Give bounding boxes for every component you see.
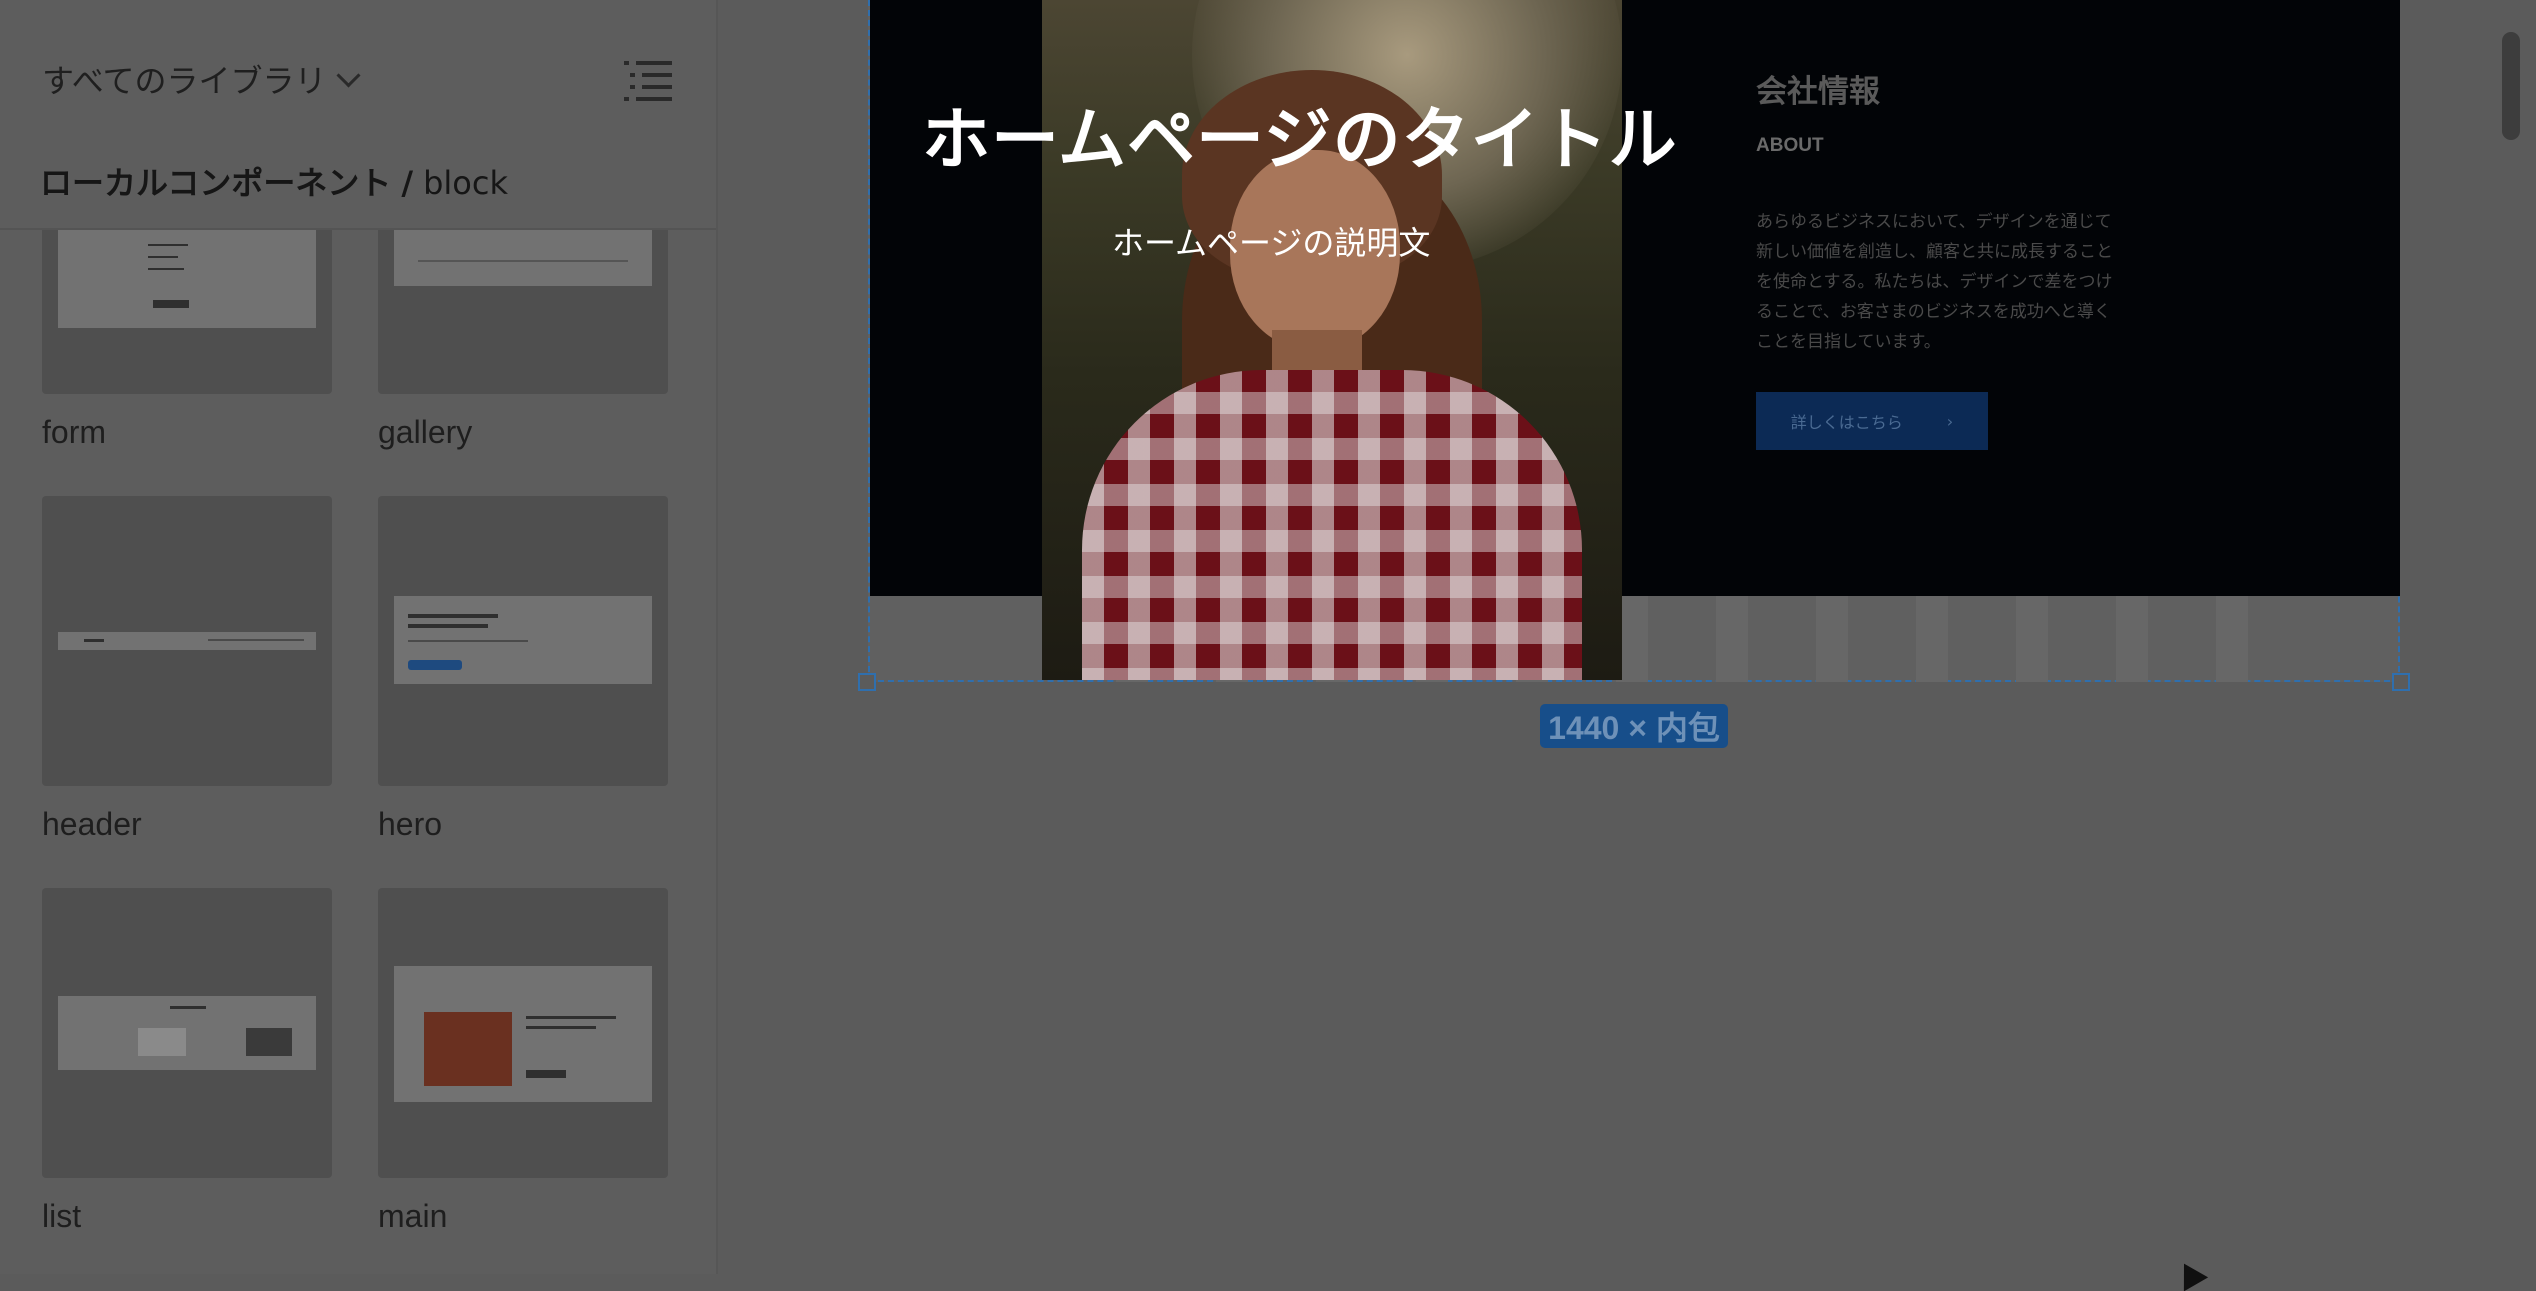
breadcrumb: ローカルコンポーネント / block [40, 158, 508, 204]
about-body-text[interactable]: あらゆるビジネスにおいて、デザインを通じて新しい価値を創造し、顧客と共に成長する… [1756, 207, 2116, 357]
thumbnail-hero [394, 596, 652, 684]
about-heading[interactable]: 会社情報 [1756, 66, 2116, 111]
component-label-header: header [42, 806, 142, 842]
breadcrumb-root[interactable]: ローカルコンポーネント [40, 158, 391, 204]
thumbnail-line [148, 244, 188, 246]
component-label-list: list [42, 1198, 82, 1234]
selected-frame[interactable]: ホームページのタイトル ホームページの説明文 会社情報 ABOUT あらゆるビジ… [868, 0, 2400, 682]
component-label-gallery: gallery [378, 414, 473, 450]
breadcrumb-current: block [423, 164, 508, 202]
thumbnail-nav [208, 639, 304, 641]
thumbnail-line [526, 1016, 616, 1019]
component-label-hero: hero [378, 806, 443, 842]
resize-handle-bottom-right[interactable] [2392, 673, 2410, 691]
about-more-button[interactable]: 詳しくはこちら › [1756, 392, 1988, 450]
thumbnail-button [408, 660, 462, 670]
thumbnail-form [58, 216, 316, 328]
component-label-main: main [378, 1198, 448, 1234]
library-selector[interactable]: すべてのライブラリ [42, 56, 362, 102]
canvas-scrollbar[interactable] [2502, 32, 2520, 140]
thumbnail-image [424, 1012, 512, 1086]
thumbnail-button [526, 1070, 566, 1078]
frame-size-badge: 1440 × 内包 [1540, 704, 1728, 748]
thumbnail-line [170, 1006, 206, 1009]
component-label-form: form [42, 414, 106, 450]
thumbnail-image [246, 1028, 292, 1056]
assets-header: すべてのライブラリ ローカルコンポーネント / block [0, 0, 716, 230]
thumbnail-list [58, 996, 316, 1070]
hero-title[interactable]: ホームページのタイトル [922, 84, 1678, 183]
breadcrumb-separator: / [401, 164, 414, 202]
chevron-down-icon [336, 62, 362, 88]
about-subheading[interactable]: ABOUT [1756, 135, 2116, 157]
hero-description[interactable]: ホームページの説明文 [1112, 218, 1430, 264]
thumbnail-line [408, 614, 498, 618]
component-tile-hero[interactable] [378, 496, 668, 786]
component-tile-list[interactable] [42, 888, 332, 1178]
thumbnail-header [58, 632, 316, 650]
thumbnail-line [418, 260, 628, 262]
thumbnail-button [153, 300, 189, 308]
photo-shirt [1082, 370, 1582, 680]
chevron-right-icon: › [1946, 411, 1954, 431]
about-more-button-label: 詳しくはこちら [1790, 413, 1903, 432]
thumbnail-line [408, 624, 488, 628]
component-tile-header[interactable] [42, 496, 332, 786]
assets-panel: すべてのライブラリ ローカルコンポーネント / block form galle… [0, 0, 718, 1274]
component-tile-main[interactable] [378, 888, 668, 1178]
thumbnail-image [138, 1028, 186, 1056]
thumbnail-line [148, 256, 178, 258]
thumbnail-line [526, 1026, 596, 1029]
library-selector-label: すべてのライブラリ [42, 62, 327, 100]
thumbnail-main [394, 966, 652, 1102]
thumbnail-line [148, 268, 184, 270]
thumbnail-gallery [394, 228, 652, 286]
resize-handle-bottom-left[interactable] [858, 673, 876, 691]
list-view-icon[interactable] [624, 58, 672, 102]
about-section: 会社情報 ABOUT あらゆるビジネスにおいて、デザインを通じて新しい価値を創造… [1756, 66, 2116, 357]
thumbnail-logo [84, 639, 104, 642]
thumbnail-line [408, 640, 528, 642]
